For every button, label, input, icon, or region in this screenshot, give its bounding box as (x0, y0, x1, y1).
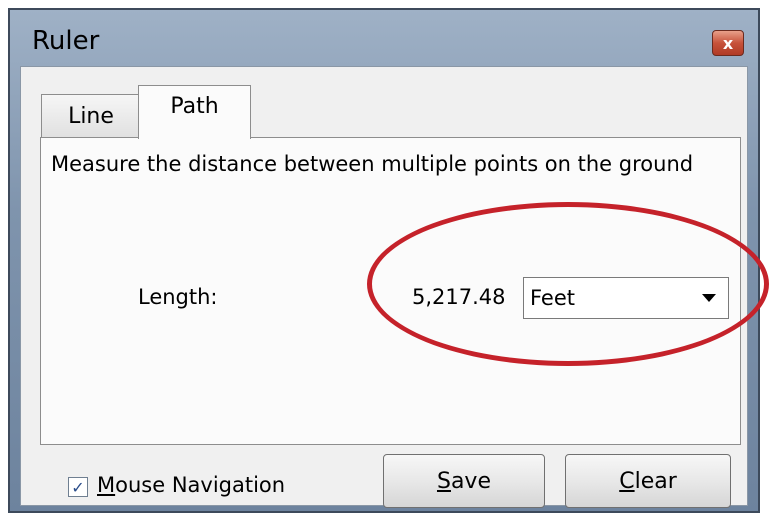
tab-line-label: Line (68, 104, 114, 129)
ruler-window: Ruler x Line Path Measure the distance b… (8, 8, 760, 513)
clear-mnemonic: C (619, 468, 635, 494)
mouse-navigation-label-rest: ouse Navigation (115, 473, 286, 497)
close-icon: x (722, 33, 734, 53)
dialog-client-area: Line Path Measure the distance between m… (20, 66, 748, 508)
save-button[interactable]: Save (383, 454, 545, 508)
length-label: Length: (138, 285, 218, 309)
path-tab-panel: Measure the distance between multiple po… (40, 137, 741, 445)
save-label-rest: ave (450, 468, 491, 494)
title-bar[interactable]: Ruler x (10, 10, 758, 66)
tab-line[interactable]: Line (41, 94, 141, 138)
save-mnemonic: S (436, 468, 451, 494)
chevron-down-icon[interactable] (702, 294, 716, 302)
clear-label-rest: lear (634, 468, 677, 494)
clear-button[interactable]: Clear (565, 454, 731, 508)
mouse-navigation-mnemonic: M (97, 473, 116, 497)
close-button[interactable]: x (712, 30, 744, 56)
unit-select[interactable]: Feet (523, 277, 729, 319)
tab-path-label: Path (170, 94, 219, 119)
window-title: Ruler (32, 26, 100, 56)
mouse-navigation-checkbox[interactable]: ✓ (68, 477, 88, 497)
mouse-navigation-label[interactable]: Mouse Navigation (97, 473, 285, 497)
tab-path[interactable]: Path (138, 85, 251, 139)
checkmark-icon: ✓ (71, 477, 85, 497)
length-value: 5,217.48 (412, 285, 506, 309)
description-text: Measure the distance between multiple po… (51, 152, 694, 176)
unit-select-value: Feet (530, 286, 576, 310)
